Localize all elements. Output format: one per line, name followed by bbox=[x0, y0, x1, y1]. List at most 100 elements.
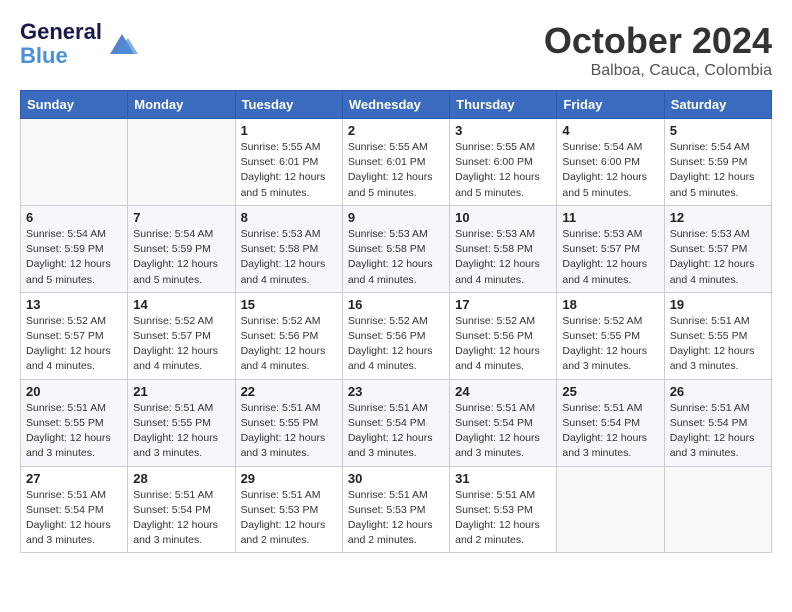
day-info: Sunrise: 5:51 AM Sunset: 5:55 PM Dayligh… bbox=[241, 401, 337, 462]
day-info: Sunrise: 5:52 AM Sunset: 5:55 PM Dayligh… bbox=[562, 314, 658, 375]
calendar-cell: 6Sunrise: 5:54 AM Sunset: 5:59 PM Daylig… bbox=[21, 205, 128, 292]
day-info: Sunrise: 5:52 AM Sunset: 5:56 PM Dayligh… bbox=[348, 314, 444, 375]
calendar-cell: 7 Sunrise: 5:54 AM Sunset: 5:59 PM Daylig… bbox=[128, 205, 235, 292]
calendar-cell: 22Sunrise: 5:51 AM Sunset: 5:55 PM Dayli… bbox=[235, 379, 342, 466]
day-info: Sunrise: 5:51 AM Sunset: 5:54 PM Dayligh… bbox=[348, 401, 444, 462]
calendar-week-row: 6Sunrise: 5:54 AM Sunset: 5:59 PM Daylig… bbox=[21, 205, 772, 292]
calendar-week-row: 1 Sunrise: 5:55 AM Sunset: 6:01 PM Daylig… bbox=[21, 119, 772, 206]
weekday-header: Thursday bbox=[450, 91, 557, 119]
calendar-cell: 27 Sunrise: 5:51 AM Sunset: 5:54 PM Dayli… bbox=[21, 466, 128, 553]
day-info: Sunrise: 5:51 AM Sunset: 5:53 PM Dayligh… bbox=[348, 488, 444, 549]
day-info: Sunrise: 5:54 AM Sunset: 5:59 PM Dayligh… bbox=[26, 227, 122, 288]
calendar-cell: 2 Sunrise: 5:55 AM Sunset: 6:01 PM Daylig… bbox=[342, 119, 449, 206]
day-info: Sunrise: 5:51 AM Sunset: 5:55 PM Dayligh… bbox=[26, 401, 122, 462]
day-info: Sunrise: 5:53 AM Sunset: 5:58 PM Dayligh… bbox=[455, 227, 551, 288]
weekday-header: Sunday bbox=[21, 91, 128, 119]
day-number: 1 bbox=[241, 123, 337, 138]
calendar-cell: 29Sunrise: 5:51 AM Sunset: 5:53 PM Dayli… bbox=[235, 466, 342, 553]
day-number: 2 bbox=[348, 123, 444, 138]
day-number: 8 bbox=[241, 210, 337, 225]
calendar-cell: 11 Sunrise: 5:53 AM Sunset: 5:57 PM Dayli… bbox=[557, 205, 664, 292]
day-info: Sunrise: 5:51 AM Sunset: 5:53 PM Dayligh… bbox=[455, 488, 551, 549]
calendar-cell: 17Sunrise: 5:52 AM Sunset: 5:56 PM Dayli… bbox=[450, 292, 557, 379]
weekday-header: Monday bbox=[128, 91, 235, 119]
day-info: Sunrise: 5:53 AM Sunset: 5:58 PM Dayligh… bbox=[241, 227, 337, 288]
day-number: 7 bbox=[133, 210, 229, 225]
calendar-cell: 28Sunrise: 5:51 AM Sunset: 5:54 PM Dayli… bbox=[128, 466, 235, 553]
calendar-cell bbox=[664, 466, 771, 553]
day-number: 27 bbox=[26, 471, 122, 486]
calendar-cell: 30Sunrise: 5:51 AM Sunset: 5:53 PM Dayli… bbox=[342, 466, 449, 553]
day-info: Sunrise: 5:51 AM Sunset: 5:54 PM Dayligh… bbox=[562, 401, 658, 462]
calendar-cell: 25 Sunrise: 5:51 AM Sunset: 5:54 PM Dayli… bbox=[557, 379, 664, 466]
day-number: 20 bbox=[26, 384, 122, 399]
day-number: 14 bbox=[133, 297, 229, 312]
day-number: 26 bbox=[670, 384, 766, 399]
calendar-cell: 12 Sunrise: 5:53 AM Sunset: 5:57 PM Dayli… bbox=[664, 205, 771, 292]
day-number: 10 bbox=[455, 210, 551, 225]
day-number: 11 bbox=[562, 210, 658, 225]
calendar-cell: 16 Sunrise: 5:52 AM Sunset: 5:56 PM Dayli… bbox=[342, 292, 449, 379]
calendar-cell bbox=[557, 466, 664, 553]
logo: GeneralBlue bbox=[20, 20, 138, 68]
day-info: Sunrise: 5:55 AM Sunset: 6:01 PM Dayligh… bbox=[348, 140, 444, 201]
calendar-cell: 31Sunrise: 5:51 AM Sunset: 5:53 PM Dayli… bbox=[450, 466, 557, 553]
page-header: GeneralBlue October 2024 Balboa, Cauca, … bbox=[20, 20, 772, 80]
day-number: 23 bbox=[348, 384, 444, 399]
day-info: Sunrise: 5:55 AM Sunset: 6:01 PM Dayligh… bbox=[241, 140, 337, 201]
logo-icon bbox=[106, 30, 138, 58]
calendar-cell: 8 Sunrise: 5:53 AM Sunset: 5:58 PM Daylig… bbox=[235, 205, 342, 292]
calendar-cell: 21 Sunrise: 5:51 AM Sunset: 5:55 PM Dayli… bbox=[128, 379, 235, 466]
calendar-cell: 1 Sunrise: 5:55 AM Sunset: 6:01 PM Daylig… bbox=[235, 119, 342, 206]
logo-text: GeneralBlue bbox=[20, 20, 102, 68]
day-info: Sunrise: 5:54 AM Sunset: 5:59 PM Dayligh… bbox=[133, 227, 229, 288]
calendar-week-row: 27 Sunrise: 5:51 AM Sunset: 5:54 PM Dayli… bbox=[21, 466, 772, 553]
weekday-header: Saturday bbox=[664, 91, 771, 119]
day-number: 19 bbox=[670, 297, 766, 312]
calendar-cell: 24Sunrise: 5:51 AM Sunset: 5:54 PM Dayli… bbox=[450, 379, 557, 466]
day-number: 25 bbox=[562, 384, 658, 399]
day-info: Sunrise: 5:51 AM Sunset: 5:55 PM Dayligh… bbox=[670, 314, 766, 375]
calendar-cell: 13Sunrise: 5:52 AM Sunset: 5:57 PM Dayli… bbox=[21, 292, 128, 379]
calendar-cell: 4 Sunrise: 5:54 AM Sunset: 6:00 PM Daylig… bbox=[557, 119, 664, 206]
location: Balboa, Cauca, Colombia bbox=[544, 62, 772, 80]
day-info: Sunrise: 5:51 AM Sunset: 5:53 PM Dayligh… bbox=[241, 488, 337, 549]
day-info: Sunrise: 5:54 AM Sunset: 6:00 PM Dayligh… bbox=[562, 140, 658, 201]
day-number: 3 bbox=[455, 123, 551, 138]
day-number: 15 bbox=[241, 297, 337, 312]
day-info: Sunrise: 5:54 AM Sunset: 5:59 PM Dayligh… bbox=[670, 140, 766, 201]
day-info: Sunrise: 5:51 AM Sunset: 5:54 PM Dayligh… bbox=[455, 401, 551, 462]
weekday-header-row: SundayMondayTuesdayWednesdayThursdayFrid… bbox=[21, 91, 772, 119]
day-number: 17 bbox=[455, 297, 551, 312]
day-number: 16 bbox=[348, 297, 444, 312]
calendar-cell: 10 Sunrise: 5:53 AM Sunset: 5:58 PM Dayli… bbox=[450, 205, 557, 292]
calendar-cell: 20 Sunrise: 5:51 AM Sunset: 5:55 PM Dayli… bbox=[21, 379, 128, 466]
calendar-week-row: 20 Sunrise: 5:51 AM Sunset: 5:55 PM Dayli… bbox=[21, 379, 772, 466]
day-info: Sunrise: 5:51 AM Sunset: 5:54 PM Dayligh… bbox=[133, 488, 229, 549]
day-number: 9 bbox=[348, 210, 444, 225]
day-info: Sunrise: 5:51 AM Sunset: 5:54 PM Dayligh… bbox=[670, 401, 766, 462]
day-info: Sunrise: 5:53 AM Sunset: 5:57 PM Dayligh… bbox=[670, 227, 766, 288]
calendar-cell: 23 Sunrise: 5:51 AM Sunset: 5:54 PM Dayli… bbox=[342, 379, 449, 466]
weekday-header: Friday bbox=[557, 91, 664, 119]
day-info: Sunrise: 5:52 AM Sunset: 5:56 PM Dayligh… bbox=[241, 314, 337, 375]
day-info: Sunrise: 5:51 AM Sunset: 5:54 PM Dayligh… bbox=[26, 488, 122, 549]
calendar-table: SundayMondayTuesdayWednesdayThursdayFrid… bbox=[20, 90, 772, 553]
month-title: October 2024 bbox=[544, 20, 772, 62]
day-info: Sunrise: 5:51 AM Sunset: 5:55 PM Dayligh… bbox=[133, 401, 229, 462]
calendar-cell: 15 Sunrise: 5:52 AM Sunset: 5:56 PM Dayli… bbox=[235, 292, 342, 379]
day-number: 12 bbox=[670, 210, 766, 225]
day-number: 5 bbox=[670, 123, 766, 138]
day-info: Sunrise: 5:53 AM Sunset: 5:57 PM Dayligh… bbox=[562, 227, 658, 288]
calendar-cell: 18 Sunrise: 5:52 AM Sunset: 5:55 PM Dayli… bbox=[557, 292, 664, 379]
day-number: 18 bbox=[562, 297, 658, 312]
calendar-cell: 3Sunrise: 5:55 AM Sunset: 6:00 PM Daylig… bbox=[450, 119, 557, 206]
day-number: 21 bbox=[133, 384, 229, 399]
weekday-header: Tuesday bbox=[235, 91, 342, 119]
day-number: 13 bbox=[26, 297, 122, 312]
calendar-cell: 26 Sunrise: 5:51 AM Sunset: 5:54 PM Dayli… bbox=[664, 379, 771, 466]
calendar-cell: 5 Sunrise: 5:54 AM Sunset: 5:59 PM Daylig… bbox=[664, 119, 771, 206]
calendar-week-row: 13Sunrise: 5:52 AM Sunset: 5:57 PM Dayli… bbox=[21, 292, 772, 379]
day-number: 4 bbox=[562, 123, 658, 138]
calendar-cell bbox=[128, 119, 235, 206]
